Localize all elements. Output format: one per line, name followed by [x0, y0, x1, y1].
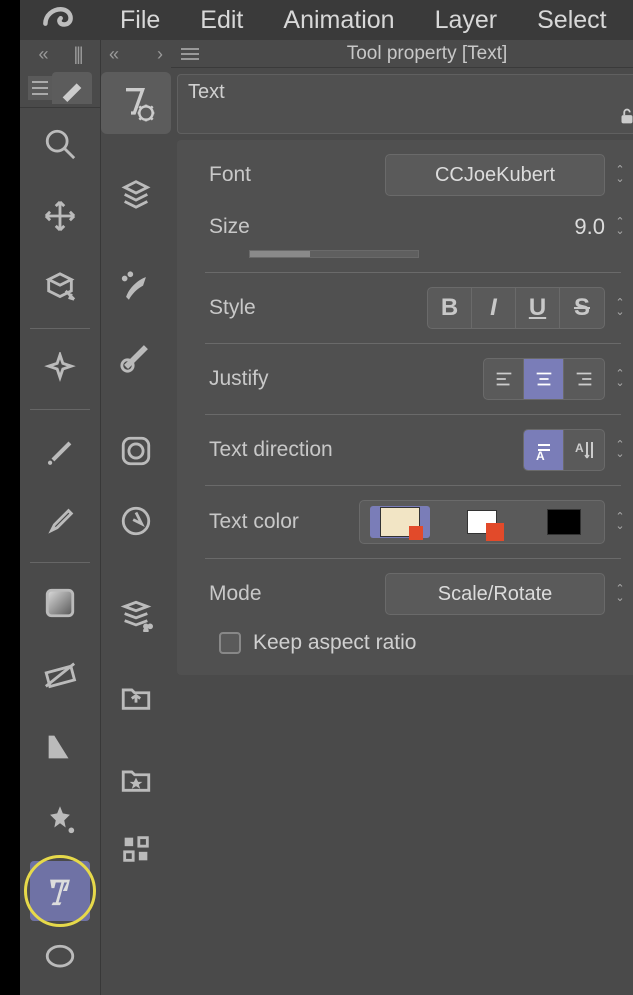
align-center-button[interactable] — [524, 359, 564, 399]
justify-label: Justify — [209, 367, 359, 391]
menu-file[interactable]: File — [120, 6, 160, 35]
size-row: Size 9.0 ⌃⌄ — [185, 204, 633, 260]
keep-aspect-label: Keep aspect ratio — [253, 631, 416, 655]
main-color-swatch[interactable] — [370, 506, 430, 538]
decoration-tool[interactable] — [30, 789, 90, 849]
palette-grip-icon[interactable]: ||| — [73, 44, 81, 65]
menu-select[interactable]: Select — [537, 6, 606, 35]
target-brush-icon[interactable] — [101, 326, 171, 388]
mode-label: Mode — [209, 582, 359, 606]
subtool-name: Text — [188, 81, 225, 104]
sub-color-swatch[interactable] — [452, 506, 512, 538]
app-logo-icon — [40, 0, 80, 40]
size-slider[interactable] — [249, 250, 419, 258]
gradient-tool[interactable] — [30, 573, 90, 633]
pen-tab-icon[interactable] — [52, 72, 92, 104]
zoom-tool[interactable] — [30, 114, 90, 174]
aux-expand-icon[interactable]: › — [157, 44, 163, 65]
text-color-label: Text color — [209, 510, 359, 534]
quick-access-icon[interactable] — [101, 490, 171, 552]
style-stepper[interactable]: ⌃⌄ — [609, 287, 631, 329]
font-stepper[interactable]: ⌃⌄ — [609, 154, 631, 196]
style-row: Style B I U S ⌃⌄ — [185, 285, 633, 331]
bold-button[interactable]: B — [428, 288, 472, 328]
third-color-swatch[interactable] — [534, 506, 594, 538]
direction-stepper[interactable]: ⌃⌄ — [609, 429, 631, 471]
lock-icon[interactable] — [616, 105, 633, 127]
subtool-header: Text — [177, 74, 633, 134]
align-left-button[interactable] — [484, 359, 524, 399]
layers-icon[interactable] — [101, 162, 171, 224]
subtool-palette: « › — [100, 40, 171, 995]
size-label: Size — [209, 215, 359, 239]
svg-text:A: A — [575, 441, 584, 455]
brush-icon[interactable] — [101, 256, 171, 318]
text-direction-row: Text direction A A ⌃⌄ — [185, 427, 633, 473]
menu-bar: File Edit Animation Layer Select — [20, 0, 633, 40]
eyedropper-tool[interactable] — [30, 492, 90, 552]
balloon-tool[interactable] — [30, 929, 90, 989]
font-row: Font CCJoeKubert ⌃⌄ — [185, 152, 633, 198]
font-dropdown[interactable]: CCJoeKubert — [385, 154, 605, 196]
vertical-direction-button[interactable]: A — [564, 430, 604, 470]
size-stepper[interactable]: ⌃⌄ — [609, 206, 631, 248]
grid-icon[interactable] — [101, 818, 171, 880]
text-tool[interactable] — [30, 861, 90, 921]
justify-stepper[interactable]: ⌃⌄ — [609, 358, 631, 400]
shape-circle-icon[interactable] — [101, 420, 171, 482]
color-swatch-group — [359, 500, 605, 544]
style-button-group: B I U S — [427, 287, 605, 329]
text-direction-label: Text direction — [209, 438, 359, 462]
panel-menu-icon[interactable] — [181, 48, 199, 60]
underline-button[interactable]: U — [516, 288, 560, 328]
operation-tool[interactable] — [30, 258, 90, 318]
mode-row: Mode Scale/Rotate ⌃⌄ — [185, 571, 633, 617]
layer-stack-icon[interactable] — [101, 584, 171, 646]
menu-layer[interactable]: Layer — [435, 6, 498, 35]
figure-tool[interactable] — [30, 717, 90, 777]
justify-row: Justify ⌃⌄ — [185, 356, 633, 402]
keep-aspect-row[interactable]: Keep aspect ratio — [185, 631, 633, 655]
menu-edit[interactable]: Edit — [200, 6, 243, 35]
svg-text:A: A — [536, 449, 545, 462]
palette-collapse-icon[interactable]: « — [38, 44, 48, 65]
selection-tool[interactable] — [30, 339, 90, 399]
import-folder-icon[interactable] — [101, 666, 171, 728]
italic-button[interactable]: I — [472, 288, 516, 328]
strike-button[interactable]: S — [560, 288, 604, 328]
panel-title: Tool property [Text] — [209, 43, 633, 65]
palette-menu-icon[interactable] — [28, 76, 52, 100]
color-stepper[interactable]: ⌃⌄ — [609, 501, 631, 543]
text-color-row: Text color — [185, 498, 633, 546]
font-label: Font — [209, 163, 359, 187]
tool-palette: « ||| — [20, 40, 100, 995]
mode-dropdown[interactable]: Scale/Rotate — [385, 573, 605, 615]
style-label: Style — [209, 296, 359, 320]
justify-button-group — [483, 358, 605, 400]
favorite-folder-icon[interactable] — [101, 748, 171, 810]
keep-aspect-checkbox[interactable] — [219, 632, 241, 654]
menu-animation[interactable]: Animation — [283, 6, 394, 35]
direction-button-group: A A — [523, 429, 605, 471]
align-right-button[interactable] — [564, 359, 604, 399]
move-tool[interactable] — [30, 186, 90, 246]
subtool-text-settings[interactable] — [101, 72, 171, 134]
size-value[interactable]: 9.0 — [574, 214, 605, 240]
aux-collapse-icon[interactable]: « — [109, 44, 119, 65]
horizontal-direction-button[interactable]: A — [524, 430, 564, 470]
tool-property-panel: Tool property [Text] Text Font CCJoeKube… — [171, 40, 633, 995]
mode-stepper[interactable]: ⌃⌄ — [609, 573, 631, 615]
correct-line-tool[interactable] — [30, 645, 90, 705]
pen-tool[interactable] — [30, 420, 90, 480]
